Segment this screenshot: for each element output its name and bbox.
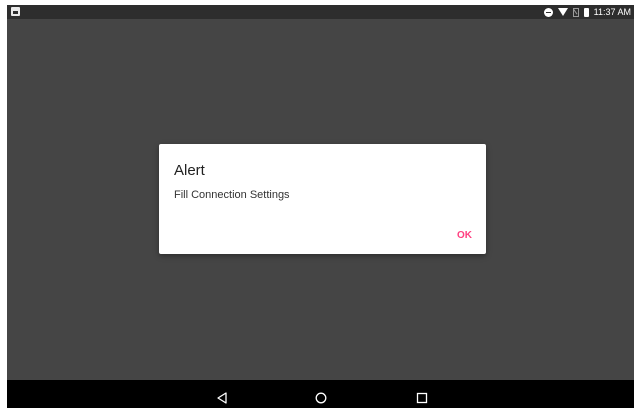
navigation-bar — [7, 380, 634, 408]
ok-button[interactable]: OK — [457, 230, 472, 241]
back-button[interactable] — [202, 380, 242, 408]
recent-apps-button[interactable] — [402, 380, 442, 408]
home-button[interactable] — [301, 380, 341, 408]
do-not-disturb-icon — [543, 7, 553, 17]
status-time: 11:37 AM — [593, 7, 631, 17]
back-icon — [217, 391, 227, 404]
wifi-icon — [557, 8, 568, 16]
no-signal-icon — [572, 7, 579, 17]
status-icons: 11:37 AM — [543, 5, 631, 19]
battery-icon — [583, 7, 589, 17]
recent-apps-icon — [416, 392, 428, 403]
alert-dialog: Alert Fill Connection Settings OK — [159, 144, 486, 254]
device-screen: 11:37 AM Alert Fill Connection Settings … — [7, 5, 634, 408]
home-icon — [315, 392, 327, 403]
dialog-message: Fill Connection Settings — [174, 189, 290, 201]
status-bar: 11:37 AM — [7, 5, 634, 19]
dialog-title: Alert — [174, 162, 205, 179]
gallery-icon — [11, 7, 20, 16]
